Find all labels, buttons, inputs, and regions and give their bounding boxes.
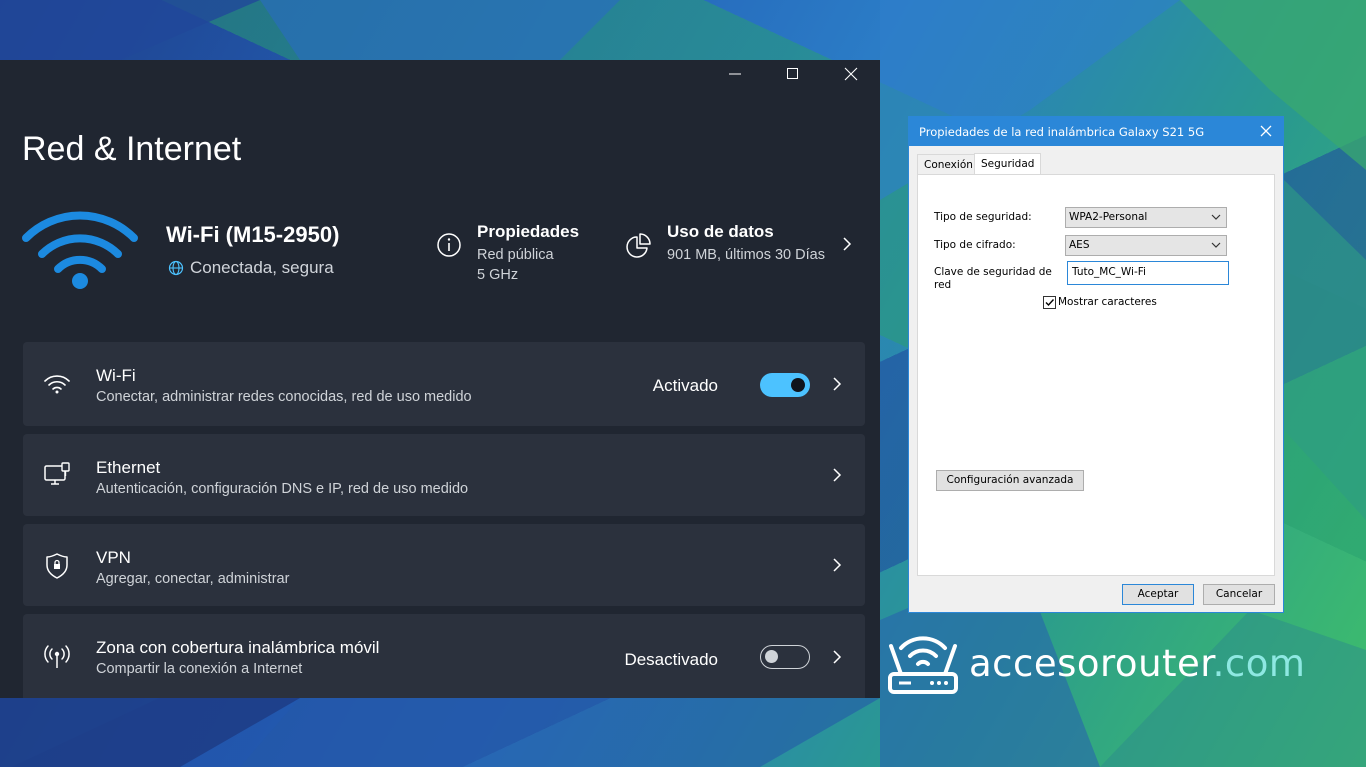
maximize-icon: [787, 68, 798, 79]
properties-band: 5 GHz: [477, 267, 519, 283]
chevron-down-icon: [1211, 242, 1221, 248]
window-caption-buttons: [706, 60, 880, 90]
page-title: Red & Internet: [22, 130, 242, 168]
network-name: Wi-Fi (M15-2950): [166, 222, 340, 247]
ethernet-card-title: Ethernet: [96, 458, 161, 477]
network-status: Conectada, segura: [168, 258, 334, 278]
toggle-knob: [791, 378, 805, 392]
chevron-right-icon: [833, 558, 842, 572]
ethernet-card-subtitle: Autenticación, configuración DNS e IP, r…: [96, 481, 469, 497]
settings-window: Red & Internet Wi-Fi (M15-2950) Conectad…: [0, 60, 880, 698]
tab-conexion[interactable]: Conexión: [917, 154, 980, 175]
encryption-type-select[interactable]: AES: [1065, 235, 1227, 256]
security-key-label: Clave de seguridad de: [934, 266, 1052, 278]
hotspot-card-title: Zona con cobertura inalámbrica móvil: [96, 638, 380, 657]
globe-icon: [168, 260, 184, 276]
chevron-right-icon: [833, 468, 842, 482]
wireless-properties-dialog: Propiedades de la red inalámbrica Galaxy…: [908, 116, 1284, 613]
watermark: accesorouter.com: [887, 628, 1305, 698]
properties-title: Propiedades: [477, 222, 580, 241]
security-tab-panel: Tipo de seguridad: WPA2-Personal Tipo de…: [917, 174, 1275, 576]
watermark-text: accesorouter.com: [969, 642, 1305, 685]
watermark-brand: accesorouter: [969, 641, 1213, 685]
security-type-value: WPA2-Personal: [1069, 211, 1148, 223]
router-logo-icon: [888, 636, 958, 694]
data-usage-link[interactable]: Uso de datos 901 MB, últimos 30 Días: [667, 222, 825, 262]
encryption-type-label: Tipo de cifrado:: [934, 239, 1016, 251]
security-key-label-line2: red: [934, 279, 952, 291]
properties-network-type: Red pública: [477, 247, 554, 263]
toggle-knob: [765, 650, 778, 663]
close-icon: [844, 67, 858, 81]
encryption-type-value: AES: [1069, 239, 1090, 251]
tab-seguridad[interactable]: Seguridad: [974, 153, 1042, 175]
info-icon: [437, 233, 461, 257]
accept-button[interactable]: Aceptar: [1122, 584, 1194, 605]
vpn-card[interactable]: VPN Agregar, conectar, administrar: [23, 524, 865, 606]
data-usage-amount: 901 MB, últimos 30 Días: [667, 247, 825, 263]
chevron-right-icon: [833, 377, 842, 391]
show-characters-label: Mostrar caracteres: [1058, 296, 1157, 308]
hotspot-card-subtitle: Compartir la conexión a Internet: [96, 661, 303, 677]
wifi-icon: [44, 375, 70, 394]
properties-link[interactable]: Propiedades Red pública 5 GHz: [477, 222, 579, 282]
security-key-input[interactable]: Tuto_MC_Wi-Fi: [1067, 261, 1229, 285]
wifi-card-title: Wi-Fi: [96, 366, 136, 385]
wifi-card-subtitle: Conectar, administrar redes conocidas, r…: [96, 389, 472, 405]
wifi-card[interactable]: Wi-Fi Conectar, administrar redes conoci…: [23, 342, 865, 426]
maximize-button[interactable]: [764, 60, 822, 88]
advanced-settings-button[interactable]: Configuración avanzada: [936, 470, 1084, 491]
hotspot-card[interactable]: Zona con cobertura inalámbrica móvil Com…: [23, 614, 865, 698]
wifi-toggle-state: Activado: [652, 376, 718, 395]
watermark-domain: .com: [1212, 641, 1306, 685]
minimize-button[interactable]: [706, 60, 764, 88]
ethernet-icon: [44, 462, 70, 485]
minimize-icon: [729, 73, 741, 75]
checkmark-icon: [1045, 299, 1055, 307]
data-usage-title: Uso de datos: [667, 222, 774, 241]
hotspot-icon: [44, 645, 70, 668]
hotspot-toggle[interactable]: [760, 645, 810, 669]
wifi-signal-icon: [22, 211, 138, 289]
security-type-select[interactable]: WPA2-Personal: [1065, 207, 1227, 228]
chevron-right-icon[interactable]: [841, 236, 853, 252]
wifi-toggle[interactable]: [760, 373, 810, 397]
chevron-right-icon: [833, 650, 842, 664]
pie-chart-icon: [626, 233, 651, 258]
hotspot-toggle-state: Desactivado: [624, 650, 718, 669]
vpn-card-subtitle: Agregar, conectar, administrar: [96, 571, 290, 587]
close-icon[interactable]: [1259, 124, 1273, 138]
show-characters-checkbox[interactable]: [1043, 296, 1056, 309]
network-status-text: Conectada, segura: [190, 258, 334, 277]
vpn-card-title: VPN: [96, 548, 131, 567]
chevron-down-icon: [1211, 214, 1221, 220]
close-button[interactable]: [822, 60, 880, 88]
cancel-button[interactable]: Cancelar: [1203, 584, 1275, 605]
ethernet-card[interactable]: Ethernet Autenticación, configuración DN…: [23, 434, 865, 516]
security-type-label: Tipo de seguridad:: [934, 211, 1032, 223]
shield-icon: [46, 553, 68, 579]
dialog-title: Propiedades de la red inalámbrica Galaxy…: [909, 117, 1283, 146]
